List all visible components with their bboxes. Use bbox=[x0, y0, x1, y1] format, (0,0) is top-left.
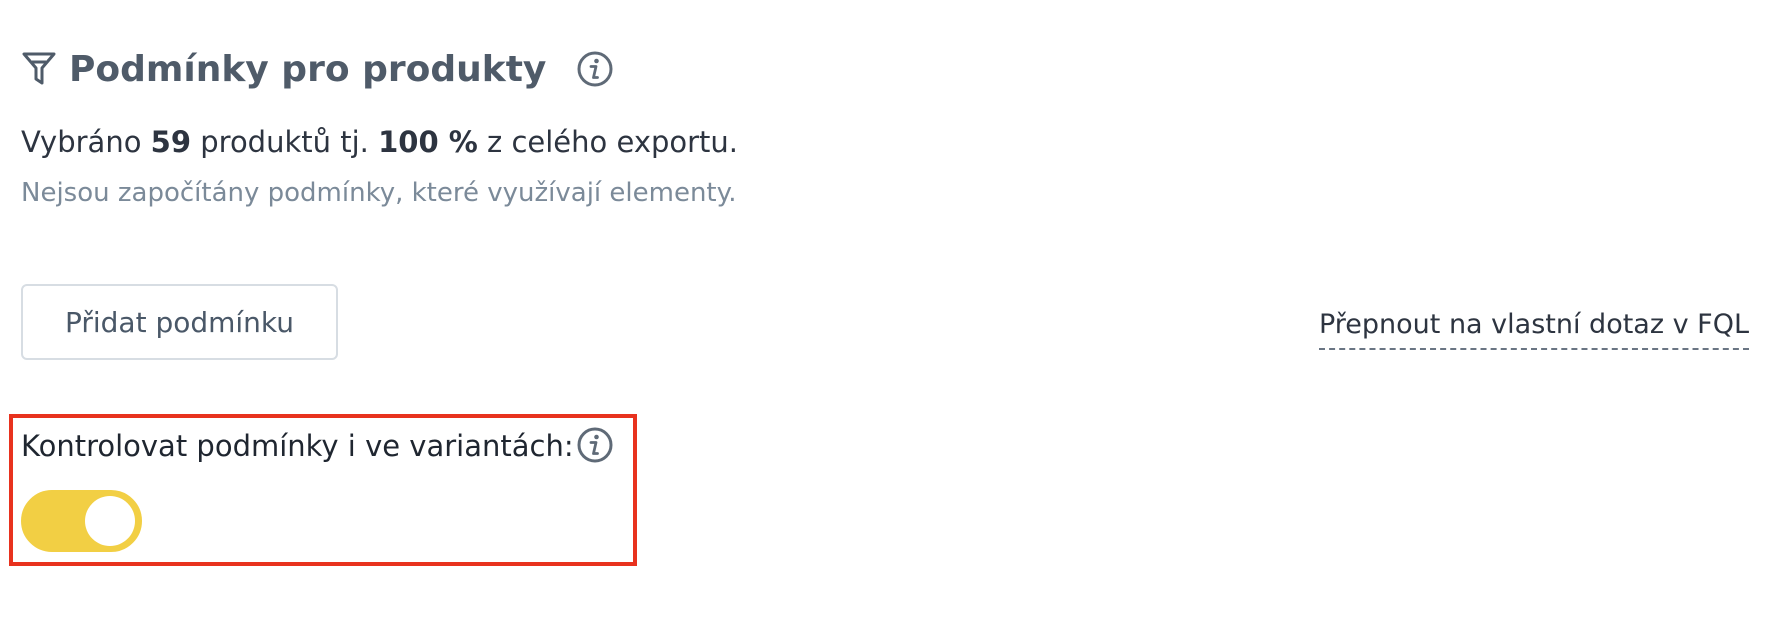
elements-note: Nejsou započítány podmínky, které využív… bbox=[21, 178, 737, 208]
summary-middle: produktů tj. bbox=[200, 125, 369, 159]
page-title: Podmínky pro produkty bbox=[69, 48, 547, 90]
toggle-knob bbox=[85, 496, 135, 546]
add-condition-button[interactable]: Přidat podmínku bbox=[21, 284, 338, 360]
section-heading: Podmínky pro produkty bbox=[21, 44, 614, 94]
info-icon[interactable] bbox=[576, 50, 614, 88]
filter-icon bbox=[21, 50, 57, 88]
variants-toggle[interactable] bbox=[21, 490, 142, 552]
switch-to-fql-link[interactable]: Přepnout na vlastní dotaz v FQL bbox=[1318, 306, 1749, 350]
selection-summary: Vybráno 59 produktů tj. 100 % z celého e… bbox=[21, 122, 738, 162]
product-count: 59 bbox=[150, 125, 192, 159]
export-percent: 100 % bbox=[378, 125, 478, 159]
summary-prefix: Vybráno bbox=[21, 125, 142, 159]
variants-check-label: Kontrolovat podmínky i ve variantách: bbox=[21, 429, 574, 463]
summary-suffix: z celého exportu. bbox=[487, 125, 739, 159]
info-icon[interactable] bbox=[576, 426, 614, 464]
